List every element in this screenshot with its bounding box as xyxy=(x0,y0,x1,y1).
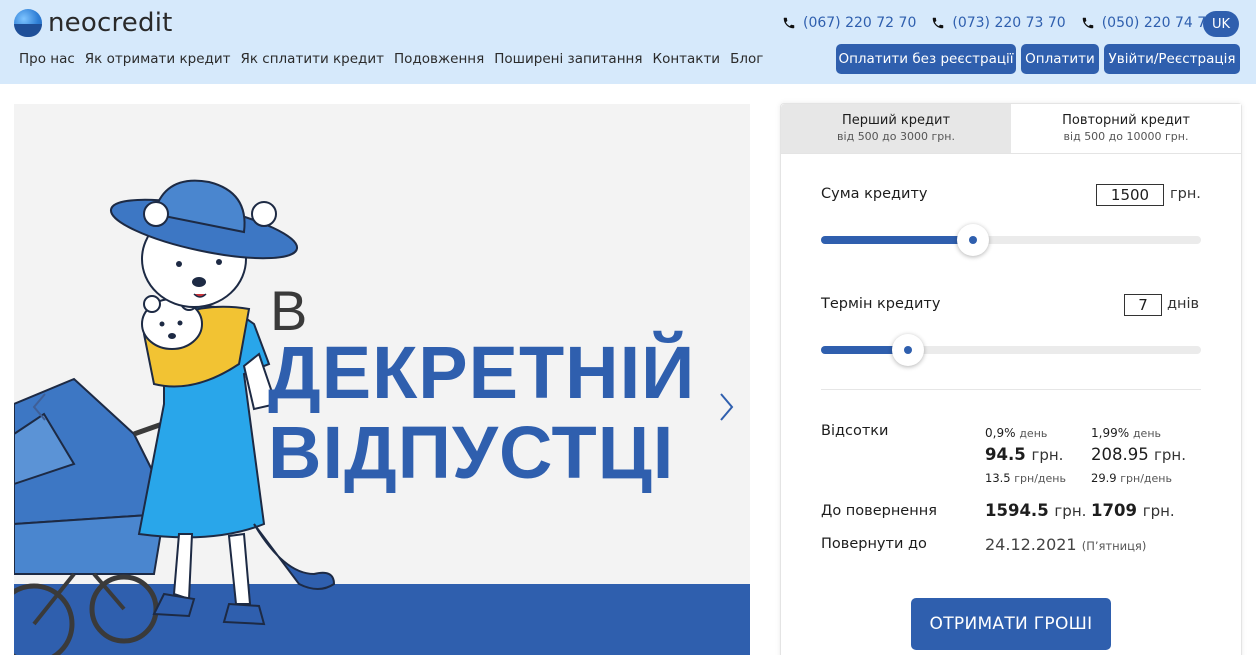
tab-repeat-credit[interactable]: Повторний кредит від 500 до 10000 грн. xyxy=(1011,104,1241,153)
hero-banner[interactable]: В ДЕКРЕТНІЙ ВІДПУСТЦІ xyxy=(14,104,750,655)
repay-label: До повернення xyxy=(821,503,937,519)
nav-link-how-to-pay[interactable]: Як сплатити кредит xyxy=(240,51,384,67)
tab-title: Повторний кредит xyxy=(1062,113,1190,128)
amount-input[interactable]: 1500 xyxy=(1096,184,1164,206)
repeat-per-day-unit: грн/день xyxy=(1120,472,1172,485)
phone-list: (067) 220 72 70 (073) 220 73 70 (050) 22… xyxy=(782,15,1230,31)
phone-number: (067) 220 72 70 xyxy=(803,15,917,31)
tab-subtitle: від 500 до 10000 грн. xyxy=(1063,130,1189,143)
logo-icon xyxy=(14,9,42,37)
repeat-interest-amount: 208.95 грн. xyxy=(1091,445,1186,464)
amount-slider-fill xyxy=(821,236,973,244)
loan-calculator: Перший кредит від 500 до 3000 грн. Повто… xyxy=(780,103,1242,655)
interest-label: Відсотки xyxy=(821,423,889,439)
get-money-button[interactable]: ОТРИМАТИ ГРОШІ xyxy=(911,598,1111,650)
amount-slider[interactable] xyxy=(821,224,1201,256)
term-slider-handle[interactable] xyxy=(892,334,925,366)
phone-item[interactable]: (073) 220 73 70 xyxy=(931,15,1066,31)
term-label: Термін кредиту xyxy=(821,296,941,312)
nav-link-faq[interactable]: Поширені запитання xyxy=(494,51,642,67)
repay-first-unit: грн. xyxy=(1054,502,1087,520)
repeat-per-day: 29.9 грн/день xyxy=(1091,471,1172,485)
repeat-rate: 1,99% день xyxy=(1091,426,1161,440)
phone-item[interactable]: (067) 220 72 70 xyxy=(782,15,916,31)
nav-link-contacts[interactable]: Контакти xyxy=(652,51,720,67)
repeat-per-day-value: 29.9 xyxy=(1091,471,1117,485)
due-weekday: (П’ятниця) xyxy=(1081,539,1147,553)
pay-without-registration-button[interactable]: Оплатити без реєстрації xyxy=(836,44,1016,74)
due-date-label: Повернути до xyxy=(821,536,927,552)
first-per-day-value: 13.5 xyxy=(985,471,1011,485)
phone-number: (050) 220 74 70 xyxy=(1101,15,1216,31)
hero-text-line-2: ДЕКРЕТНІЙ xyxy=(268,331,696,414)
phone-icon xyxy=(1082,17,1093,29)
main-nav: Про нас Як отримати кредит Як сплатити к… xyxy=(19,51,773,67)
phone-icon xyxy=(783,17,795,29)
first-interest-value: 94.5 xyxy=(985,445,1026,464)
pay-button[interactable]: Оплатити xyxy=(1021,44,1099,74)
first-rate-value: 0,9% xyxy=(985,426,1016,440)
logo[interactable]: neocredit xyxy=(14,8,173,38)
repay-repeat-value: 1709 xyxy=(1091,501,1137,520)
amount-unit: грн. xyxy=(1170,186,1201,202)
first-per-day-unit: грн/день xyxy=(1014,472,1066,485)
tabs-divider xyxy=(781,153,1241,154)
calculator-divider xyxy=(821,389,1201,390)
hero-text-line-3: ВІДПУСТЦІ xyxy=(268,411,675,494)
first-interest-unit: грн. xyxy=(1031,446,1064,464)
repay-first: 1594.5 грн. xyxy=(985,501,1086,520)
tab-subtitle: від 500 до 3000 грн. xyxy=(837,130,955,143)
due-date: 24.12.2021 (П’ятниця) xyxy=(985,535,1146,554)
nav-link-extension[interactable]: Подовження xyxy=(394,51,484,67)
amount-label: Сума кредиту xyxy=(821,186,928,202)
logo-text: neocredit xyxy=(48,8,173,38)
repay-repeat-unit: грн. xyxy=(1142,502,1175,520)
login-register-button[interactable]: Увійти/Реєстрація xyxy=(1104,44,1240,74)
nav-link-how-to-get[interactable]: Як отримати кредит xyxy=(85,51,231,67)
term-unit: днів xyxy=(1167,296,1200,312)
nav-link-about[interactable]: Про нас xyxy=(19,51,75,67)
repeat-interest-unit: грн. xyxy=(1153,446,1186,464)
repeat-rate-unit: день xyxy=(1132,427,1162,440)
phone-number: (073) 220 73 70 xyxy=(952,15,1066,31)
nav-link-blog[interactable]: Блог xyxy=(730,51,763,67)
chevron-right-icon[interactable] xyxy=(716,391,736,423)
first-interest-amount: 94.5 грн. xyxy=(985,445,1063,464)
first-rate-unit: день xyxy=(1019,427,1048,440)
term-input[interactable]: 7 xyxy=(1124,294,1162,316)
language-switcher[interactable]: UK xyxy=(1203,11,1239,37)
amount-slider-handle[interactable] xyxy=(957,224,989,256)
first-rate: 0,9% день xyxy=(985,426,1047,440)
repay-first-value: 1594.5 xyxy=(985,501,1049,520)
term-slider[interactable] xyxy=(821,334,1201,366)
repeat-rate-value: 1,99% xyxy=(1091,426,1130,440)
chevron-left-icon[interactable] xyxy=(30,391,50,423)
phone-item[interactable]: (050) 220 74 70 xyxy=(1081,15,1215,31)
site-header: neocredit Про нас Як отримати кредит Як … xyxy=(0,0,1256,84)
tab-title: Перший кредит xyxy=(841,113,951,128)
first-per-day: 13.5 грн/день xyxy=(985,471,1066,485)
phone-icon xyxy=(933,17,944,29)
due-date-value: 24.12.2021 xyxy=(985,535,1077,554)
tab-first-credit[interactable]: Перший кредит від 500 до 3000 грн. xyxy=(781,104,1011,153)
repay-repeat: 1709 грн. xyxy=(1091,501,1175,520)
repeat-interest-value: 208.95 xyxy=(1091,445,1149,464)
